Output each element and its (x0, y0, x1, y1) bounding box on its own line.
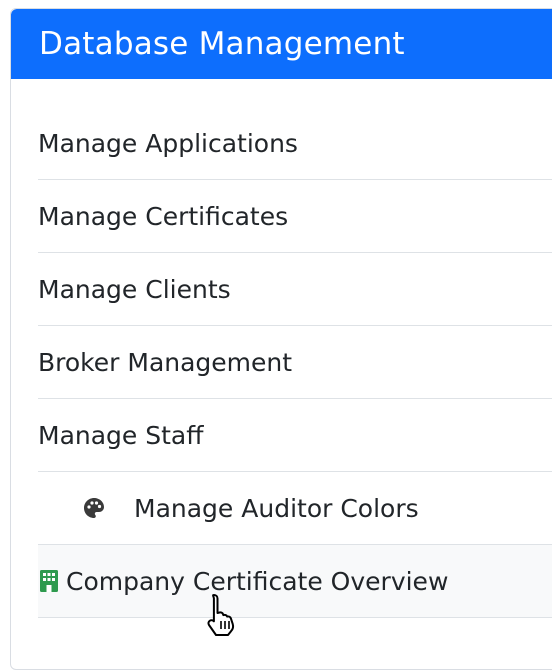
panel-title: Database Management (39, 26, 405, 62)
menu-item-label: Company Certificate Overview (66, 566, 449, 596)
menu-item-manage-auditor-colors[interactable]: Manage Auditor Colors (38, 472, 552, 545)
palette-icon (82, 496, 106, 520)
building-icon (38, 569, 60, 593)
menu-item-manage-certificates[interactable]: Manage Certificates (38, 180, 552, 253)
menu-item-manage-clients[interactable]: Manage Clients (38, 253, 552, 326)
menu-item-label: Broker Management (38, 347, 293, 377)
database-menu: Manage Applications Manage Certificates … (38, 107, 552, 618)
menu-item-company-certificate-overview[interactable]: Company Certificate Overview (38, 545, 552, 618)
menu-item-label: Manage Applications (38, 128, 298, 158)
menu-item-label: Manage Certificates (38, 201, 289, 231)
database-management-panel: Database Management Manage Applications … (10, 8, 552, 670)
menu-item-manage-staff[interactable]: Manage Staff (38, 399, 552, 472)
panel-header: Database Management (11, 9, 552, 79)
menu-item-label: Manage Auditor Colors (134, 493, 419, 523)
menu-item-label: Manage Staff (38, 420, 204, 450)
menu-item-manage-applications[interactable]: Manage Applications (38, 107, 552, 180)
menu-item-broker-management[interactable]: Broker Management (38, 326, 552, 399)
menu-item-label: Manage Clients (38, 274, 231, 304)
